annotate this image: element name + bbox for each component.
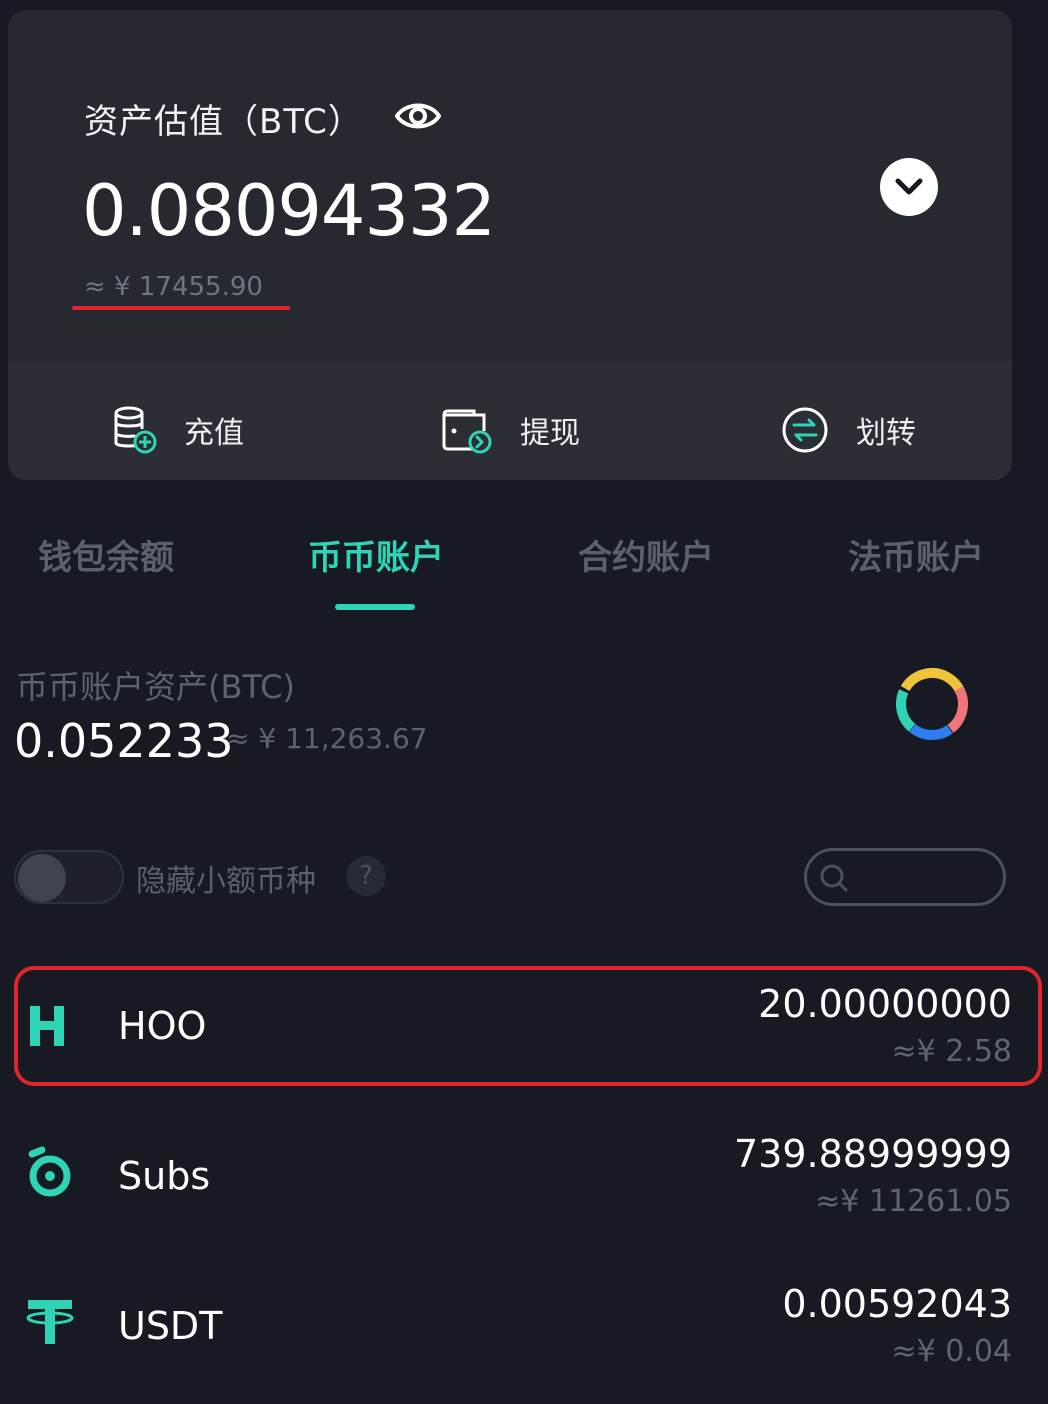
withdraw-label: 提现 — [520, 416, 580, 451]
chevron-down-icon — [895, 178, 923, 195]
subs-icon — [28, 1146, 71, 1197]
eye-icon[interactable] — [394, 96, 442, 136]
transfer-label: 划转 — [856, 416, 916, 451]
actions-bar: 充值 提现 划转 — [8, 362, 1012, 480]
deposit-icon — [114, 406, 157, 454]
asset-fiat-value: ≈ ¥ 17455.90 — [84, 272, 263, 302]
tab-contract-account[interactable]: 合约账户 — [578, 530, 714, 579]
hide-small-balance-toggle[interactable] — [14, 850, 124, 904]
asset-card: 资产估值（BTC） 0.08094332 ≈ ¥ 17455.90 充值 提现 … — [8, 10, 1012, 480]
account-summary-fiat: ≈ ¥ 11,263.67 — [226, 722, 428, 755]
tab-wallet-balance[interactable]: 钱包余额 — [38, 530, 174, 579]
coin-amount: 739.88999999 — [733, 1132, 1012, 1176]
deposit-label: 充值 — [184, 416, 244, 451]
coin-name: Subs — [118, 1154, 211, 1198]
withdraw-icon — [442, 409, 492, 454]
hide-small-balance-label: 隐藏小额币种 — [136, 864, 316, 899]
coin-fiat-value: ≈¥ 11261.05 — [815, 1184, 1012, 1219]
hoo-icon — [30, 1006, 64, 1046]
transfer-icon — [782, 407, 828, 453]
tab-spot-account[interactable]: 币币账户 — [308, 530, 444, 579]
coin-row-usdt[interactable]: USDT 0.00592043 ≈¥ 0.04 — [0, 1266, 1048, 1386]
coin-fiat-value: ≈¥ 0.04 — [891, 1334, 1012, 1369]
search-icon — [820, 864, 848, 892]
coin-amount: 0.00592043 — [782, 1282, 1012, 1326]
withdraw-button[interactable]: 提现 — [440, 402, 580, 458]
toggle-knob — [18, 854, 66, 902]
coin-name: USDT — [118, 1304, 223, 1348]
usdt-icon — [26, 1300, 74, 1344]
transfer-button[interactable]: 划转 — [780, 402, 916, 458]
account-summary-value: 0.052233 — [14, 714, 234, 768]
active-tab-indicator — [335, 604, 415, 610]
red-annotation-underline — [72, 306, 290, 310]
expand-button[interactable] — [880, 158, 938, 216]
coin-row-subs[interactable]: Subs 739.88999999 ≈¥ 11261.05 — [0, 1116, 1048, 1236]
help-icon[interactable]: ? — [346, 856, 386, 896]
asset-distribution-donut-icon[interactable] — [892, 664, 972, 744]
asset-title: 资产估值（BTC） — [84, 102, 363, 142]
deposit-button[interactable]: 充值 — [112, 402, 244, 458]
coin-name: HOO — [118, 1004, 207, 1048]
account-tabs: 钱包余额 币币账户 合约账户 法币账户 — [0, 510, 1048, 610]
coin-row-hoo[interactable]: HOO 20.00000000 ≈¥ 2.58 — [0, 966, 1048, 1086]
coin-fiat-value: ≈¥ 2.58 — [891, 1034, 1012, 1069]
asset-value: 0.08094332 — [82, 170, 496, 252]
tab-fiat-account[interactable]: 法币账户 — [848, 530, 984, 579]
coin-search-input[interactable] — [804, 848, 1006, 906]
coin-amount: 20.00000000 — [758, 982, 1012, 1026]
account-summary-label: 币币账户资产(BTC) — [16, 668, 295, 706]
